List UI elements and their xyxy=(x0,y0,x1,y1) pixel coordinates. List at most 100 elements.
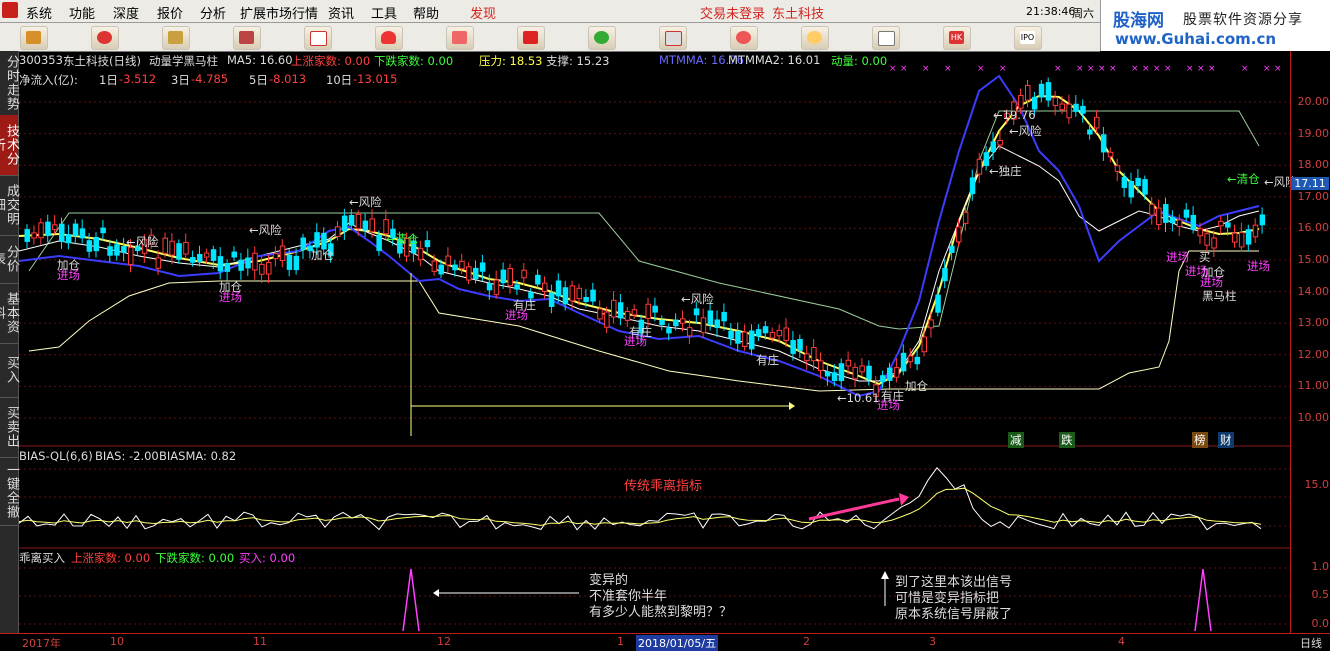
up-count: 上涨家数: 0.00 xyxy=(291,54,371,68)
bars-icon[interactable] xyxy=(162,26,190,50)
window-icon[interactable] xyxy=(659,26,687,50)
signal-mark: × xyxy=(1164,64,1172,74)
indicator-name: 动量学黑马柱 xyxy=(149,54,218,68)
candle xyxy=(686,327,693,337)
signal-mark: × xyxy=(1197,64,1205,74)
candle xyxy=(542,282,548,293)
brand-url[interactable]: www.Guhai.com.cn xyxy=(1115,30,1276,48)
candle xyxy=(1149,203,1155,216)
candle xyxy=(576,287,582,300)
menu-analysis[interactable]: 分析 xyxy=(200,3,226,22)
date-axis[interactable]: 2017年 10 11 12 1 2 3 4 2018/01/05/五 日线 xyxy=(0,633,1330,651)
date-label: 2 xyxy=(803,635,810,648)
magnify-icon[interactable] xyxy=(730,26,758,50)
document-icon[interactable] xyxy=(304,26,332,50)
tab-timeshare[interactable]: 分时走势 xyxy=(0,51,19,116)
candle xyxy=(38,222,44,239)
menu-depth[interactable]: 深度 xyxy=(113,3,139,22)
signal-mark: × xyxy=(900,64,908,74)
hk-icon[interactable]: HK xyxy=(943,26,971,50)
news-icon[interactable] xyxy=(872,26,900,50)
event-badge[interactable]: 财 xyxy=(1218,432,1234,448)
signal-mark: × xyxy=(1054,64,1062,74)
candle xyxy=(162,237,168,254)
clear-position-label: ←清仓 xyxy=(1227,172,1260,186)
candle xyxy=(569,285,576,302)
candle xyxy=(452,264,458,271)
candle xyxy=(72,223,79,237)
candle xyxy=(956,226,962,243)
candle xyxy=(1107,151,1114,158)
momentum-value: 动量: 0.00 xyxy=(831,54,888,68)
bar-chart-icon[interactable] xyxy=(20,26,48,50)
current-price-tag: 17.11 xyxy=(1291,177,1329,190)
menu-discover[interactable]: 发现 xyxy=(470,3,496,22)
price-tick: 14.00 xyxy=(1297,285,1330,298)
tab-price-table[interactable]: 分价表 xyxy=(0,235,19,284)
candle xyxy=(438,264,444,275)
candle xyxy=(238,259,244,271)
star-icon[interactable] xyxy=(91,26,119,50)
fire-icon[interactable] xyxy=(375,26,403,50)
candle xyxy=(824,371,831,377)
candle xyxy=(52,224,58,231)
date-label: 12 xyxy=(437,635,451,648)
event-badge[interactable]: 榜 xyxy=(1192,432,1208,448)
ipo-icon[interactable]: IPO xyxy=(1014,26,1042,50)
candle xyxy=(666,328,672,334)
menu-system[interactable]: 系统 xyxy=(26,3,52,22)
event-badge[interactable]: 减 xyxy=(1008,432,1024,448)
candle xyxy=(962,211,969,224)
candle xyxy=(459,260,465,270)
candle xyxy=(969,177,976,195)
tab-sell[interactable]: 买卖出 xyxy=(0,397,19,458)
signal-mark: × xyxy=(1076,64,1084,74)
candle xyxy=(1094,116,1100,129)
buy-signal-spike xyxy=(402,568,420,632)
mtmma2-value: MTMMA2: 16.01 xyxy=(728,53,821,67)
event-badge[interactable]: 跌 xyxy=(1059,432,1075,448)
users-icon[interactable] xyxy=(588,26,616,50)
support-value: 支撑: 15.23 xyxy=(546,54,610,68)
risk-label: ←风险 xyxy=(681,292,714,306)
chart-area[interactable]: × × × × × × × × × × × × × × × × × × × × × 300353 东土科技(日线) 动量… xyxy=(19,51,1297,633)
candle xyxy=(811,346,817,362)
grid-icon[interactable] xyxy=(233,26,261,50)
candle xyxy=(486,282,493,291)
entry-label: 进场 xyxy=(624,334,647,348)
tab-technical[interactable]: 技术分析 xyxy=(0,115,19,176)
candle xyxy=(114,244,120,256)
candle xyxy=(838,363,845,382)
candle xyxy=(1197,228,1203,237)
candle xyxy=(245,257,251,269)
candle xyxy=(769,332,776,339)
target-icon[interactable] xyxy=(801,26,829,50)
login-status[interactable]: 交易未登录 xyxy=(700,3,765,22)
calendar-icon[interactable] xyxy=(517,26,545,50)
candle xyxy=(645,303,651,319)
candle xyxy=(100,227,106,234)
menu-help[interactable]: 帮助 xyxy=(413,3,439,22)
tab-cancel-all[interactable]: 一键全撤 xyxy=(0,457,19,526)
date-label: 4 xyxy=(1118,635,1125,648)
kline-chart[interactable]: × × × × × × × × × × × × × × × × × × × × × xyxy=(19,51,1290,633)
tab-profile[interactable]: 基本资料 xyxy=(0,283,19,344)
menu-info[interactable]: 资讯 xyxy=(328,3,354,22)
candle xyxy=(1018,95,1024,109)
signal-mark: × xyxy=(889,64,897,74)
menu-quote[interactable]: 报价 xyxy=(157,3,183,22)
menu-tools[interactable]: 工具 xyxy=(371,3,397,22)
candle xyxy=(376,234,382,251)
signal-mark: × xyxy=(1098,64,1106,74)
price-tick: 18.00 xyxy=(1297,158,1330,171)
menu-function[interactable]: 功能 xyxy=(69,3,95,22)
tab-trade-detail[interactable]: 成交明细 xyxy=(0,175,19,236)
signal-mark: × xyxy=(944,64,952,74)
netflow-10d-label: 10日 xyxy=(326,73,353,87)
price-tick: 17.00 xyxy=(1297,190,1330,203)
up-arrow-icon[interactable] xyxy=(446,26,474,50)
tab-buy[interactable]: 买入 xyxy=(0,343,19,398)
signal-mark: × xyxy=(1131,64,1139,74)
clock: 21:38:46 xyxy=(1026,5,1076,18)
menu-extended-market[interactable]: 扩展市场行情 xyxy=(240,3,318,22)
